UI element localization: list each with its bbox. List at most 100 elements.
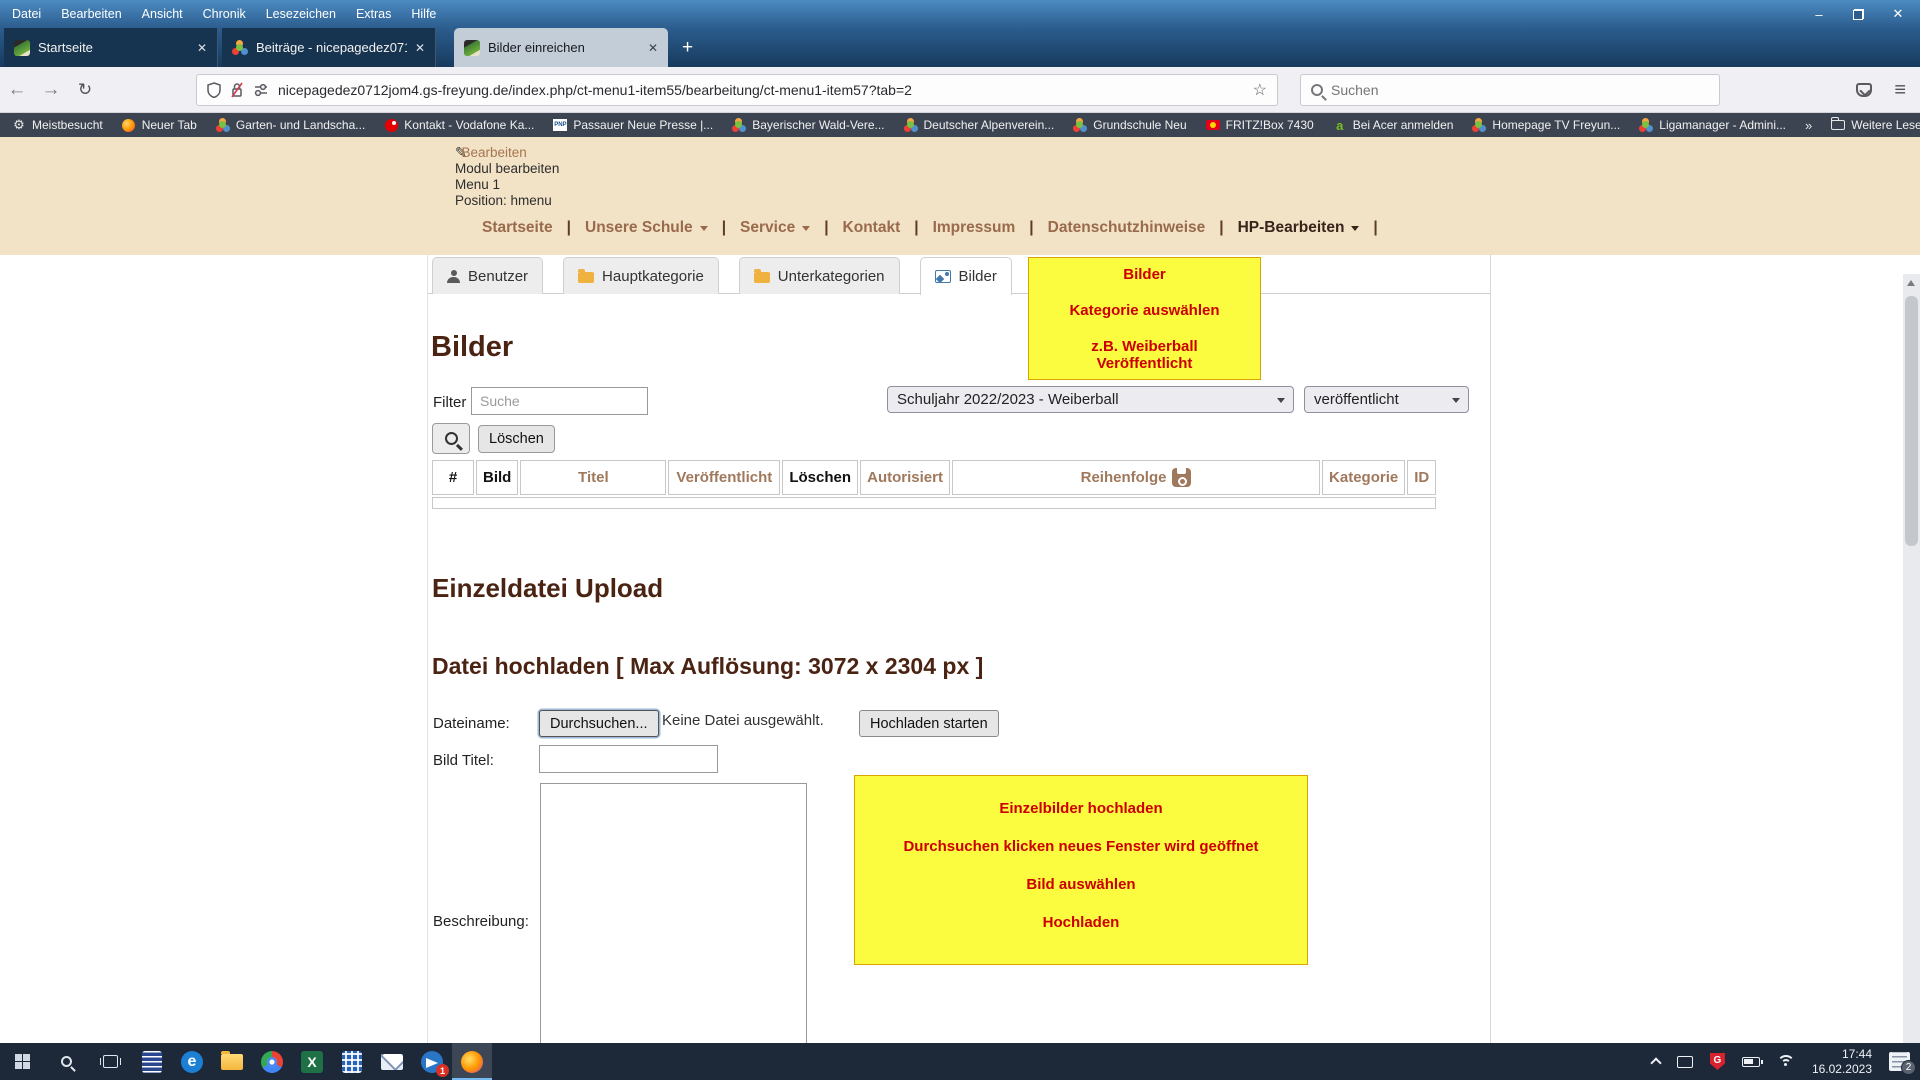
filter-search-input[interactable] xyxy=(471,387,648,415)
bookmark-vodafone[interactable]: Kontakt - Vodafone Ka... xyxy=(384,118,534,132)
page-scrollbar[interactable] xyxy=(1903,274,1920,1043)
col-autorisiert[interactable]: Autorisiert xyxy=(860,460,950,495)
more-bookmarks[interactable]: Weitere Lesezeichen xyxy=(1831,118,1920,132)
tray-chevron-up-icon[interactable] xyxy=(1650,1057,1661,1068)
close-window-button[interactable]: ✕ xyxy=(1890,6,1906,22)
display-tray-icon[interactable] xyxy=(1677,1056,1693,1068)
taskbar-app-explorer[interactable] xyxy=(212,1043,252,1080)
admin-tab-hauptkategorie[interactable]: Hauptkategorie xyxy=(563,257,719,294)
bookmark-acer[interactable]: a Bei Acer anmelden xyxy=(1333,118,1454,132)
col-number[interactable]: # xyxy=(432,460,474,495)
bookmark-bayerischer-wald[interactable]: Bayerischer Wald-Vere... xyxy=(732,118,884,132)
bookmark-alpenverein[interactable]: Deutscher Alpenverein... xyxy=(904,118,1055,132)
image-title-input[interactable] xyxy=(539,745,718,773)
permissions-icon[interactable] xyxy=(253,83,269,97)
bookmark-pnp[interactable]: PNP Passauer Neue Presse |... xyxy=(553,118,713,132)
tab-bilder-einreichen-active[interactable]: Bilder einreichen ✕ xyxy=(454,28,668,67)
taskbar-app-calculator[interactable] xyxy=(332,1043,372,1080)
minimize-button[interactable]: – xyxy=(1811,7,1827,22)
taskbar-app-chrome[interactable] xyxy=(252,1043,292,1080)
notification-center-icon[interactable]: 2 xyxy=(1889,1052,1910,1071)
bookmark-star-icon[interactable]: ☆ xyxy=(1253,80,1267,100)
nav-hp-bearbeiten[interactable]: HP-Bearbeiten xyxy=(1224,219,1374,237)
nav-startseite[interactable]: Startseite xyxy=(468,219,567,237)
scrollbar-thumb[interactable] xyxy=(1905,296,1918,546)
menu-extras[interactable]: Extras xyxy=(356,7,391,21)
start-upload-button[interactable]: Hochladen starten xyxy=(859,710,999,737)
module-edit-link[interactable]: Bearbeiten xyxy=(462,145,527,160)
col-reihenfolge[interactable]: Reihenfolge xyxy=(952,460,1320,495)
firefox-icon xyxy=(461,1051,483,1073)
bookmark-garten[interactable]: Garten- und Landscha... xyxy=(216,118,365,132)
close-tab-icon[interactable]: ✕ xyxy=(197,41,207,55)
status-select[interactable]: veröffentlicht xyxy=(1304,386,1469,413)
battery-icon[interactable] xyxy=(1742,1057,1760,1067)
start-button[interactable] xyxy=(0,1043,44,1080)
col-titel[interactable]: Titel xyxy=(520,460,666,495)
bookmark-grundschule[interactable]: Grundschule Neu xyxy=(1073,118,1186,132)
close-tab-icon[interactable]: ✕ xyxy=(648,41,658,55)
reload-icon[interactable]: ↻ xyxy=(68,80,102,100)
new-tab-button[interactable]: + xyxy=(668,28,707,67)
forward-icon[interactable]: → xyxy=(34,79,68,101)
nav-kontakt[interactable]: Kontakt xyxy=(829,219,915,237)
scroll-up-icon[interactable] xyxy=(1907,280,1915,286)
bookmark-tv-freyung[interactable]: Homepage TV Freyun... xyxy=(1472,118,1620,132)
pocket-icon[interactable] xyxy=(1856,83,1872,97)
taskbar-search-button[interactable] xyxy=(44,1043,88,1080)
bookmark-ligamanager[interactable]: Ligamanager - Admini... xyxy=(1639,118,1786,132)
col-veroeffentlicht[interactable]: Veröffentlicht xyxy=(668,460,780,495)
col-bild[interactable]: Bild xyxy=(476,460,518,495)
col-id[interactable]: ID xyxy=(1407,460,1436,495)
clock[interactable]: 17:44 16.02.2023 xyxy=(1812,1047,1872,1076)
nav-unsere-schule[interactable]: Unsere Schule xyxy=(571,219,722,237)
filter-search-button[interactable] xyxy=(432,423,470,454)
menu-datei[interactable]: Datei xyxy=(12,7,41,21)
edge-icon: e xyxy=(181,1051,203,1073)
taskbar-app-mail[interactable] xyxy=(372,1043,412,1080)
taskbar-app-notes[interactable] xyxy=(132,1043,172,1080)
close-tab-icon[interactable]: ✕ xyxy=(415,41,425,55)
taskbar-app-edge[interactable]: e xyxy=(172,1043,212,1080)
admin-tab-unterkategorien[interactable]: Unterkategorien xyxy=(739,257,900,294)
antivirus-shield-icon[interactable]: G xyxy=(1710,1053,1725,1070)
save-order-icon[interactable] xyxy=(1172,468,1191,487)
url-text[interactable]: nicepagedez0712jom4.gs-freyung.de/index.… xyxy=(278,82,1244,98)
menu-lesezeichen[interactable]: Lesezeichen xyxy=(266,7,336,21)
bookmark-fritzbox[interactable]: FRITZ!Box 7430 xyxy=(1206,118,1314,132)
bookmarks-overflow-chevron[interactable]: » xyxy=(1805,118,1812,133)
admin-tab-benutzer[interactable]: Benutzer xyxy=(432,257,543,294)
menu-icon[interactable]: ≡ xyxy=(1894,79,1906,102)
taskbar-app-thunderbird[interactable]: 1 xyxy=(412,1043,452,1080)
taskbar-app-firefox[interactable] xyxy=(452,1043,492,1080)
restore-button[interactable] xyxy=(1853,9,1864,20)
fritzbox-icon xyxy=(1206,120,1220,130)
search-bar[interactable] xyxy=(1300,74,1720,106)
back-icon[interactable]: ← xyxy=(0,79,34,101)
search-input[interactable] xyxy=(1331,82,1709,98)
shield-icon[interactable] xyxy=(207,82,221,98)
task-view-button[interactable] xyxy=(88,1043,132,1080)
category-select[interactable]: Schuljahr 2022/2023 - Weiberball xyxy=(887,386,1294,413)
bookmark-neuer-tab[interactable]: Neuer Tab xyxy=(122,118,197,132)
col-loeschen[interactable]: Löschen xyxy=(782,460,858,495)
admin-tab-bilder[interactable]: Bilder xyxy=(920,257,1012,295)
browse-button[interactable]: Durchsuchen... xyxy=(539,710,659,737)
tab-startseite[interactable]: Startseite ✕ xyxy=(4,28,218,67)
insecure-lock-icon[interactable] xyxy=(230,82,244,98)
nav-datenschutz[interactable]: Datenschutzhinweise xyxy=(1034,219,1220,237)
bookmark-meistbesucht[interactable]: ⚙ Meistbesucht xyxy=(12,118,103,132)
taskbar-app-excel[interactable]: X xyxy=(292,1043,332,1080)
menu-chronik[interactable]: Chronik xyxy=(203,7,246,21)
wifi-icon[interactable] xyxy=(1777,1055,1795,1068)
nav-service[interactable]: Service xyxy=(726,219,824,237)
col-kategorie[interactable]: Kategorie xyxy=(1322,460,1405,495)
menu-bearbeiten[interactable]: Bearbeiten xyxy=(61,7,121,21)
description-textarea[interactable] xyxy=(540,783,807,1043)
nav-impressum[interactable]: Impressum xyxy=(919,219,1030,237)
menu-ansicht[interactable]: Ansicht xyxy=(142,7,183,21)
tab-beitraege[interactable]: Beiträge - nicepagedez0712jom4 ✕ xyxy=(222,28,436,67)
menu-hilfe[interactable]: Hilfe xyxy=(411,7,436,21)
url-bar[interactable]: nicepagedez0712jom4.gs-freyung.de/index.… xyxy=(196,74,1278,106)
delete-filter-button[interactable]: Löschen xyxy=(478,425,555,453)
